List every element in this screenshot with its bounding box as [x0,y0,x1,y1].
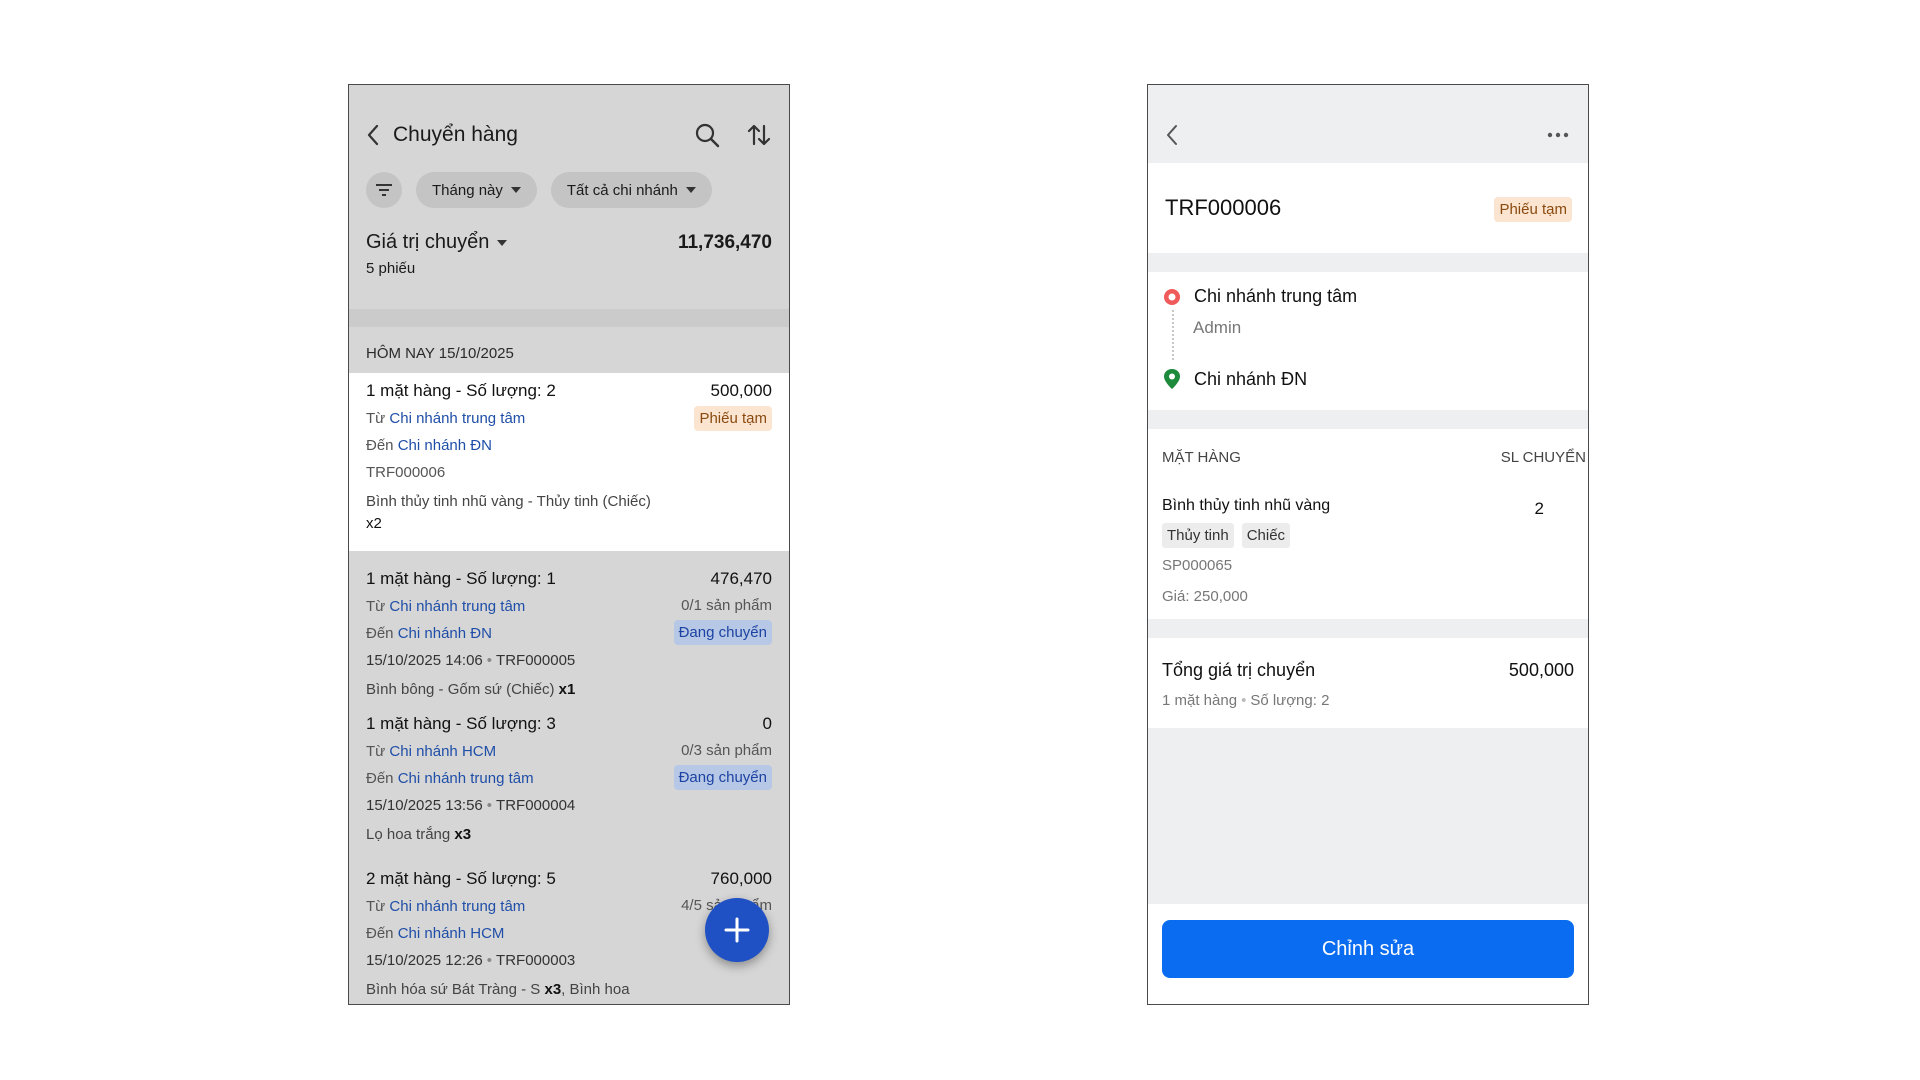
card-title: 1 mặt hàng - Số lượng: 1 [366,569,556,588]
more-horizontal-icon [1547,132,1569,138]
card-items: Bình bông - Gốm sứ (Chiếc) x1 [366,681,576,698]
summary-value: 11,736,470 [677,231,772,253]
card-items: Bình hóa sứ Bát Tràng - S x3, Bình hoa d… [366,981,630,1004]
origin-user: Admin [1193,318,1242,337]
item-tags: Thủy tinh Chiếc [1162,523,1291,548]
summary-metric-selector[interactable]: Giá trị chuyển [366,231,508,254]
transfer-detail-screen: TRF000006 Phiếu tạm Chi nhánh trung tâm … [1147,84,1589,1005]
card-amount: 500,000 [710,381,772,400]
filter-lines-icon [376,184,392,196]
items-card: MẶT HÀNG SL CHUYỂN Bình thủy tinh nhũ và… [1148,429,1588,619]
card-amount: 0 [762,714,772,733]
detail-footer: Chỉnh sửa [1148,904,1588,1004]
card-title: 1 mặt hàng - Số lượng: 2 [366,381,556,400]
route-connector [1172,310,1174,360]
card-to: Đến Chi nhánh ĐN [366,437,492,454]
card-title: 1 mặt hàng - Số lượng: 3 [366,714,556,733]
sort-button[interactable] [739,115,779,155]
total-breakdown: 1 mặt hàng • Số lượng: 2 [1162,692,1330,709]
total-value: 500,000 [1508,660,1574,680]
summary-count: 5 phiếu [366,260,416,277]
chevron-left-icon [367,124,379,146]
transfer-card-trf000006[interactable]: 1 mặt hàng - Số lượng: 2 500,000 Từ Chi … [349,373,789,551]
column-header-qty: SL CHUYỂN [1500,449,1586,466]
add-transfer-button[interactable] [705,898,769,962]
total-card: Tổng giá trị chuyển 500,000 1 mặt hàng • S… [1148,638,1588,728]
card-amount: 476,470 [710,569,772,588]
transfer-summary: Giá trị chuyển 11,736,470 5 phiếu [366,231,772,277]
section-divider [349,309,789,327]
destination-row: Chi nhánh ĐN [1162,368,1307,390]
more-options-button[interactable] [1538,115,1578,155]
status-badge: Đang chuyển [673,765,772,790]
summary-label: Giá trị chuyển [366,231,490,253]
status-badge: Đang chuyển [673,620,772,645]
caret-down-icon [510,187,521,193]
item-price: Giá: 250,000 [1162,588,1248,605]
card-amount: 760,000 [710,869,772,888]
branch-filter-chip[interactable]: Tất cả chi nhánh [550,172,712,208]
card-progress: 0/1 sản phẩm [681,597,772,614]
transfer-list: HÔM NAY 15/10/2025 1 mặt hàng - Số lượng… [349,309,789,1004]
back-button[interactable] [1158,115,1186,155]
card-progress: 0/3 sản phẩm [681,742,772,759]
search-icon [695,123,720,148]
transfer-code: TRF000006 [1165,195,1282,220]
plus-icon [724,917,750,943]
chevron-left-icon [1167,125,1177,145]
branch-filter-label: Tất cả chi nhánh [566,181,678,199]
item-qty: 2 [1534,499,1544,518]
filter-button[interactable] [366,172,402,208]
column-header-item: MẶT HÀNG [1162,449,1241,466]
search-button[interactable] [687,115,727,155]
origin-branch: Chi nhánh trung tâm [1194,286,1358,306]
detail-header-card: TRF000006 Phiếu tạm [1148,163,1588,253]
page-title: Chuyển hàng [393,123,518,146]
card-code: TRF000006 [366,464,446,481]
status-badge: Phiếu tạm [694,406,772,431]
caret-down-icon [497,239,508,246]
card-items: Bình thủy tinh nhũ vàng - Thủy tinh (Chi… [366,493,651,532]
status-badge: Phiếu tạm [1494,197,1572,222]
transfer-card-trf000005[interactable]: 1 mặt hàng - Số lượng: 1 476,470 Từ Chi … [349,551,789,706]
detail-top-bar [1158,115,1578,155]
filter-bar: Tháng này Tất cả chi nhánh [366,171,772,209]
sort-arrows-icon [747,124,771,146]
route-card: Chi nhánh trung tâm Admin Chi nhánh ĐN [1148,272,1588,410]
card-meta: 15/10/2025 12:26 • TRF000003 [366,952,576,969]
card-meta: 15/10/2025 13:56 • TRF000004 [366,797,576,814]
item-tag-unit: Chiếc [1241,523,1291,548]
item-sku: SP000065 [1162,557,1233,574]
map-pin-icon [1164,369,1180,389]
item-name[interactable]: Bình thủy tinh nhũ vàng [1162,497,1330,515]
total-label: Tổng giá trị chuyển [1162,660,1316,680]
date-group-header: HÔM NAY 15/10/2025 [349,327,789,373]
card-title: 2 mặt hàng - Số lượng: 5 [366,869,556,888]
top-bar: Chuyển hàng [359,115,779,155]
transfer-list-screen: Chuyển hàng Tháng này Tất cả chi nhánh G… [348,84,790,1005]
card-items: Lọ hoa trắng x3 [366,826,472,843]
destination-branch: Chi nhánh ĐN [1194,368,1308,389]
edit-button[interactable]: Chỉnh sửa [1162,920,1574,978]
transfer-card-trf000004[interactable]: 1 mặt hàng - Số lượng: 3 0 Từ Chi nhánh … [349,706,789,861]
origin-marker-icon [1164,288,1180,305]
card-meta: 15/10/2025 14:06 • TRF000005 [366,652,576,669]
period-filter-chip[interactable]: Tháng này [416,172,537,208]
back-button[interactable] [359,115,387,155]
origin-row: Chi nhánh trung tâm [1162,286,1357,307]
items-table-header: MẶT HÀNG SL CHUYỂN [1162,449,1588,466]
period-filter-label: Tháng này [432,181,503,199]
caret-down-icon [685,187,696,193]
item-tag-category: Thủy tinh [1162,523,1234,548]
